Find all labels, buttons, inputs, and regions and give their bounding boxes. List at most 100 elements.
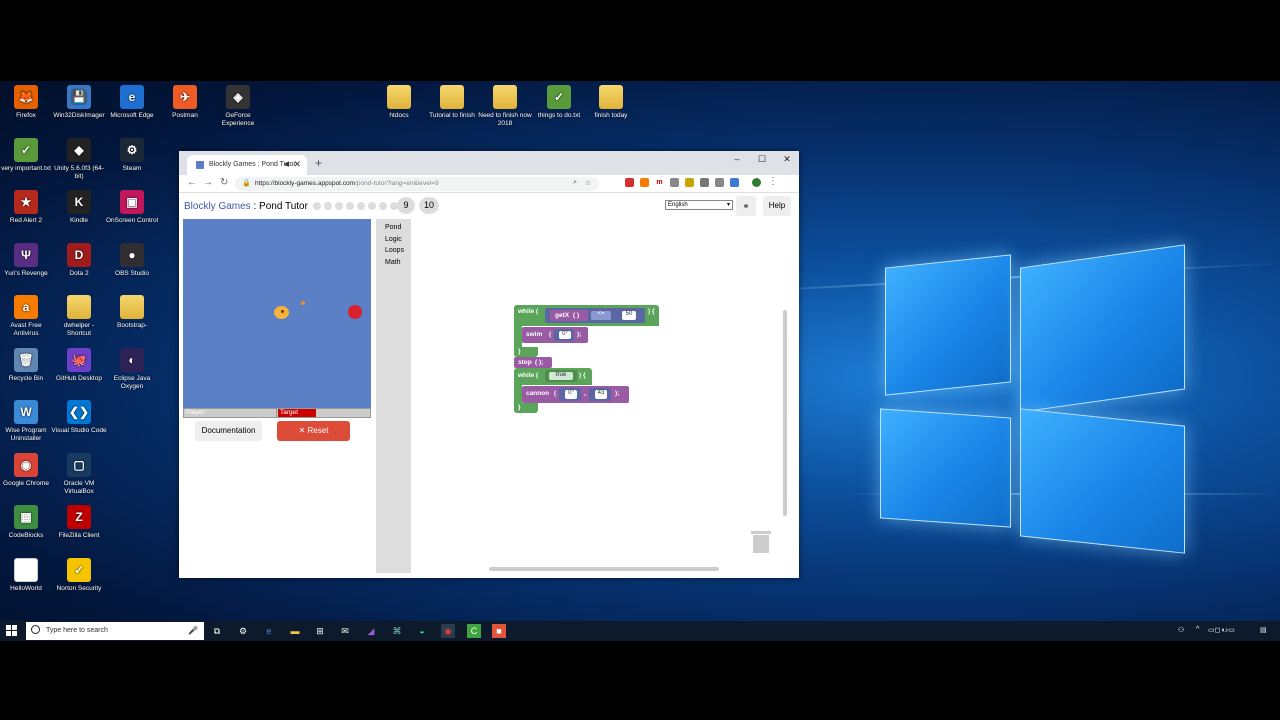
- extension-icon[interactable]: [730, 178, 739, 187]
- extension-icon[interactable]: [715, 178, 724, 187]
- desktop-icon[interactable]: ✓ things to do.txt: [531, 85, 587, 120]
- windows-start-icon[interactable]: [6, 625, 18, 637]
- window-close-button[interactable]: ✕: [777, 154, 797, 165]
- level-dot[interactable]: [368, 202, 376, 210]
- swim-block[interactable]: swim ( 0° );: [522, 327, 588, 343]
- angle-field[interactable]: 0°: [565, 390, 577, 399]
- range-field[interactable]: 43: [595, 390, 607, 399]
- audio-icon[interactable]: ◀: [284, 160, 289, 168]
- category-logic[interactable]: Logic: [376, 234, 411, 246]
- desktop-icon[interactable]: 🐙 GitHub Desktop: [51, 347, 107, 383]
- desktop-icon[interactable]: ▦ CodeBlocks: [0, 505, 54, 540]
- chevron-up-icon[interactable]: ^: [1196, 626, 1199, 633]
- desktop-icon[interactable]: ◆ Unity 5.6.0f3 (64-bit): [51, 137, 107, 181]
- desktop-icon[interactable]: ✓ very important.txt: [0, 137, 54, 173]
- level-dot[interactable]: [313, 202, 321, 210]
- microphone-icon[interactable]: 🎤: [188, 626, 198, 635]
- address-bar[interactable]: 🔒 https://blockly-games.appspot.com/pond…: [235, 177, 599, 191]
- reset-button[interactable]: ✕ Reset: [277, 421, 350, 441]
- category-pond[interactable]: Pond: [376, 222, 411, 234]
- desktop-icon[interactable]: Tutorial to finish: [424, 85, 480, 120]
- maximize-button[interactable]: ☐: [752, 154, 772, 165]
- desktop-icon[interactable]: Ψ Yuri's Revenge: [0, 242, 54, 278]
- camtasia-icon[interactable]: C: [467, 624, 481, 638]
- desktop-icon[interactable]: Need to finish now 2018: [477, 85, 533, 128]
- search-icon[interactable]: ⌕: [573, 179, 577, 187]
- link-button[interactable]: ⚭: [736, 196, 756, 216]
- profile-avatar[interactable]: [752, 178, 761, 187]
- level-dot[interactable]: [357, 202, 365, 210]
- compare-block[interactable]: getX ( ) <= 50: [545, 308, 645, 323]
- tray-icons[interactable]: ▭◻◑♪▭: [1208, 626, 1235, 634]
- documentation-button[interactable]: Documentation: [195, 421, 262, 441]
- desktop-icon[interactable]: finish today: [583, 85, 639, 120]
- crop-icon[interactable]: [700, 178, 709, 187]
- number-block[interactable]: 50: [617, 310, 641, 321]
- edge-taskbar-icon[interactable]: e: [262, 624, 276, 638]
- desktop-icon[interactable]: ⚙ Steam: [104, 137, 160, 173]
- android-studio-icon[interactable]: ◒: [415, 624, 429, 638]
- desktop-icon[interactable]: Z FileZilla Client: [51, 505, 107, 540]
- tab-close-icon[interactable]: ✕: [293, 159, 301, 170]
- extension-m-icon[interactable]: m: [655, 178, 664, 187]
- file-explorer-icon[interactable]: ▬: [288, 624, 302, 638]
- desktop-icon[interactable]: ◉ Google Chrome: [0, 452, 54, 488]
- desktop-icon[interactable]: W Wise Program Uninstaller: [0, 400, 54, 443]
- camera-icon[interactable]: [670, 178, 679, 187]
- desktop-icon[interactable]: ★ Red Alert 2: [0, 190, 54, 225]
- mail-icon[interactable]: ✉: [338, 624, 352, 638]
- desktop-icon[interactable]: dwhelper - Shortcut: [51, 295, 107, 338]
- desktop-icon[interactable]: Bootstrap-: [104, 295, 160, 330]
- new-tab-button[interactable]: +: [315, 156, 322, 170]
- desktop-icon[interactable]: htdocs: [371, 85, 427, 120]
- back-button[interactable]: ←: [187, 177, 197, 188]
- desktop-icon[interactable]: ▣ OnScreen Control: [104, 190, 160, 225]
- star-icon[interactable]: ☆: [585, 179, 591, 187]
- network-app-icon[interactable]: ⚙: [236, 624, 250, 638]
- browser-tab[interactable]: Blockly Games : Pond Tutor ◀ ✕: [187, 155, 307, 175]
- level-9-button[interactable]: 9: [397, 197, 415, 214]
- level-10-button[interactable]: 10: [419, 197, 439, 214]
- desktop-icon[interactable]: ✓ Norton Security: [51, 557, 107, 593]
- reload-button[interactable]: ↻: [220, 177, 228, 188]
- vertical-scrollbar[interactable]: [783, 310, 787, 516]
- store-icon[interactable]: ⊞: [313, 624, 327, 638]
- while-block[interactable]: while ( getX ( ) <= 50 ) {: [514, 305, 659, 326]
- desktop-icon[interactable]: 🦊 Firefox: [0, 85, 54, 120]
- stop-block[interactable]: stop ( );: [514, 357, 552, 368]
- visual-studio-icon[interactable]: ◢: [364, 624, 378, 638]
- angle-block[interactable]: 0°: [554, 329, 574, 341]
- level-dot[interactable]: [379, 202, 387, 210]
- minimize-button[interactable]: –: [727, 154, 747, 164]
- taskbar-search[interactable]: Type here to search 🎤: [26, 622, 204, 640]
- desktop-icon[interactable]: HelloWorld: [0, 557, 54, 593]
- desktop-icon[interactable]: ● OBS Studio: [104, 242, 160, 278]
- angle-field[interactable]: 0°: [559, 331, 571, 339]
- cannon-block[interactable]: cannon ( 0° , 43 );: [522, 386, 629, 403]
- level-dot[interactable]: [346, 202, 354, 210]
- horizontal-scrollbar[interactable]: [489, 567, 719, 571]
- getx-block[interactable]: getX ( ): [550, 310, 588, 321]
- category-loops[interactable]: Loops: [376, 245, 411, 257]
- extension-icon[interactable]: [625, 178, 634, 187]
- desktop-icon[interactable]: K Kindle: [51, 190, 107, 225]
- extension-icon[interactable]: [685, 178, 694, 187]
- desktop-icon[interactable]: ❮❯ Visual Studio Code: [51, 400, 107, 435]
- extension-icon[interactable]: [640, 178, 649, 187]
- desktop-icon[interactable]: ✈ Postman: [157, 85, 213, 120]
- gamepad-icon[interactable]: ⌘: [390, 624, 404, 638]
- desktop-icon[interactable]: D Dota 2: [51, 242, 107, 278]
- notifications-icon[interactable]: ▤: [1260, 626, 1267, 634]
- forward-button[interactable]: →: [203, 177, 213, 188]
- blockly-workspace[interactable]: while ( getX ( ) <= 50 ) {swim (0°); …: [411, 219, 789, 573]
- desktop-icon[interactable]: ▢ Oracle VM VirtualBox: [51, 452, 107, 496]
- chrome-taskbar-icon[interactable]: ◉: [441, 624, 455, 638]
- angle-block[interactable]: 0°: [559, 388, 581, 401]
- brand-link[interactable]: Blockly Games: [184, 201, 251, 212]
- help-button[interactable]: Help: [763, 196, 791, 216]
- desktop-icon[interactable]: e Microsoft Edge: [104, 85, 160, 120]
- desktop-icon[interactable]: 💾 Win32DiskImager: [51, 85, 107, 120]
- range-block[interactable]: 43: [589, 388, 611, 401]
- desktop-icon[interactable]: 🗑 Recycle Bin: [0, 347, 54, 383]
- people-icon[interactable]: ⚇: [1178, 626, 1184, 634]
